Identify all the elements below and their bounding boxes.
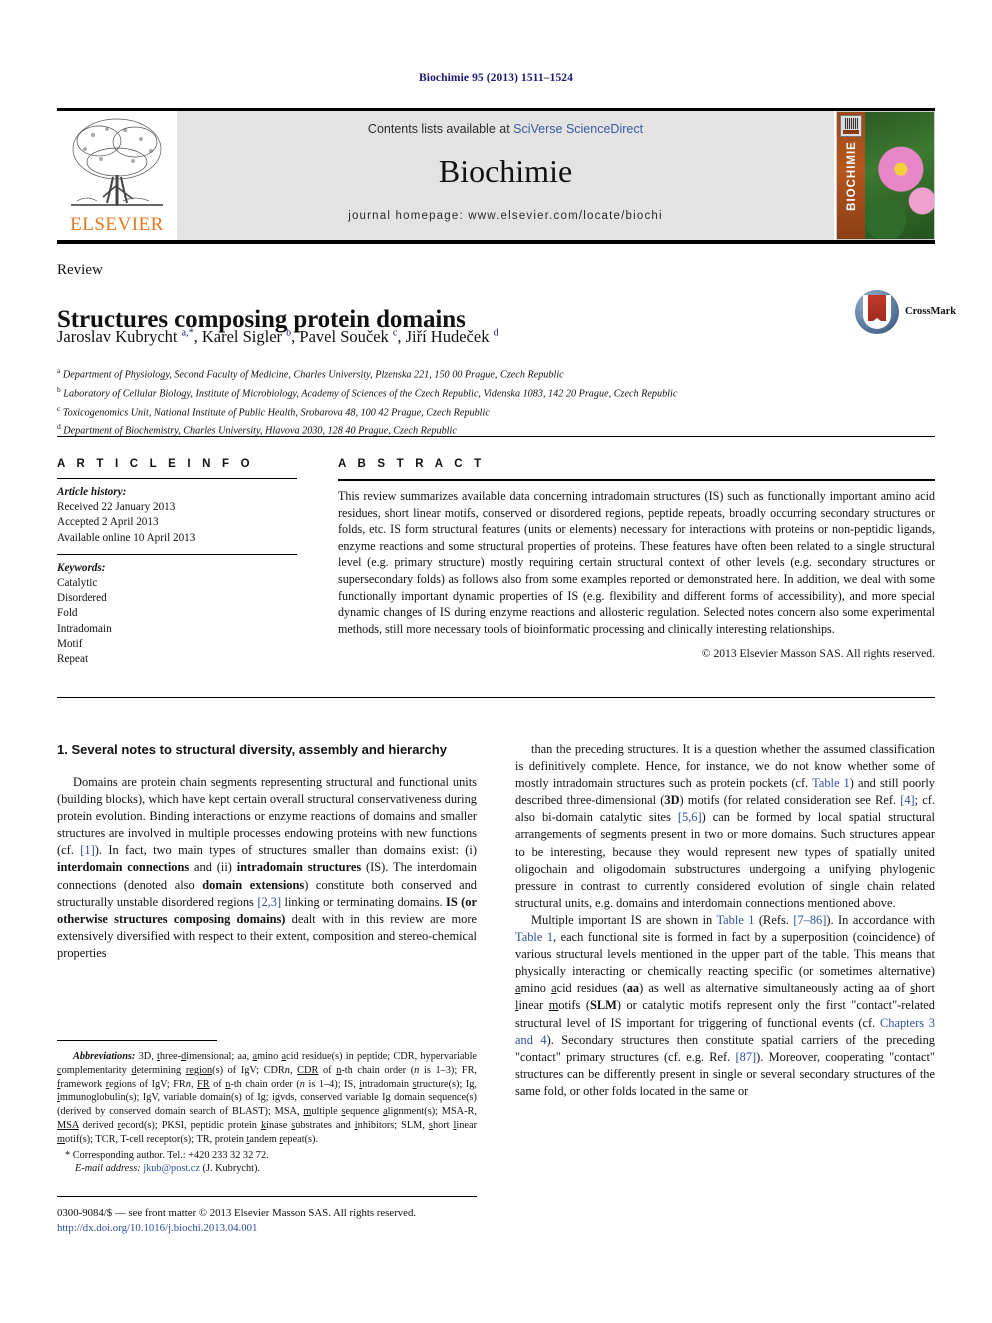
affiliation-item: a Department of Physiology, Second Facul… [57, 366, 564, 381]
abstract-column: A B S T R A C T This review summarizes a… [338, 458, 935, 660]
paragraph-right-1: than the preceding structures. It is a q… [515, 742, 935, 910]
running-head: Biochimie 95 (2013) 1511–1524 [419, 72, 573, 84]
crossmark-label: CrossMark [905, 306, 957, 317]
crossmark-circle-icon [855, 290, 899, 334]
info-section-top-rule [57, 436, 935, 437]
journal-homepage-link[interactable]: journal homepage: www.elsevier.com/locat… [177, 210, 834, 222]
footnote-block: Abbreviations: 3D, three-dimensional; aa… [57, 1050, 477, 1176]
email-label: E-mail address: [75, 1163, 141, 1175]
keyword-item: Repeat [57, 653, 89, 666]
abbreviations-label: Abbreviations: [73, 1051, 136, 1062]
elsevier-wordmark: ELSEVIER [70, 214, 164, 235]
keyword-item: Disordered [57, 592, 107, 605]
cover-photo [865, 112, 934, 239]
keywords-rule [57, 553, 297, 555]
article-history-block: Article history: Received 22 January 201… [57, 485, 297, 546]
keyword-item: Motif [57, 637, 83, 650]
keywords-label: Keywords: [57, 561, 106, 574]
history-item: Available online 10 April 2013 [57, 531, 196, 544]
abstract-text: This review summarizes available data co… [338, 489, 935, 636]
article-info-rule [57, 478, 297, 479]
article-info-column: A R T I C L E I N F O Article history: R… [57, 458, 297, 667]
abbreviations-text: 3D, three-dimensional; aa, amino acid re… [57, 1051, 478, 1145]
keyword-item: Fold [57, 607, 78, 620]
body-column-right: than the preceding structures. It is a q… [515, 741, 935, 1100]
crossmark-badge[interactable]: CrossMark [855, 290, 956, 338]
elsevier-logo: ELSEVIER [57, 111, 177, 240]
doi-link[interactable]: http://dx.doi.org/10.1016/j.biochi.2013.… [57, 1221, 497, 1236]
contents-prefix: Contents lists available at [367, 122, 514, 136]
article-info-heading: A R T I C L E I N F O [57, 458, 254, 470]
journal-title: Biochimie [438, 153, 573, 189]
keyword-item: Intradomain [57, 622, 112, 635]
body-column-left: 1. Several notes to structural diversity… [57, 741, 477, 962]
abstract-heading: A B S T R A C T [338, 458, 486, 470]
paragraph-left-1: Domains are protein chain segments repre… [57, 775, 477, 960]
cover-publisher-badge-icon [840, 115, 862, 137]
article-type: Review [57, 262, 103, 278]
journal-cover-thumbnail: BIOCHIMIE [836, 111, 935, 240]
sciencedirect-link[interactable]: SciVerse ScienceDirect [513, 122, 643, 136]
journal-banner: Contents lists available at SciVerse Sci… [177, 111, 834, 240]
contents-available-line: Contents lists available at SciVerse Sci… [177, 122, 834, 136]
history-item: Accepted 2 April 2013 [57, 516, 159, 529]
section-heading-1: 1. Several notes to structural diversity… [57, 742, 447, 757]
article-history-label: Article history: [57, 486, 127, 498]
keyword-item: Catalytic [57, 577, 98, 590]
affiliation-item: c Toxicogenomics Unit, National Institut… [57, 403, 490, 418]
email-note: E-mail address: jkub@post.cz (J. Kubrych… [57, 1162, 477, 1176]
page-footer: 0300-9084/$ — see front matter © 2013 El… [57, 1206, 497, 1235]
cover-spine-title: BIOCHIMIE [846, 141, 858, 211]
history-item: Received 22 January 2013 [57, 501, 176, 514]
email-person: (J. Kubrycht). [202, 1163, 260, 1175]
elsevier-tree-icon [71, 118, 163, 206]
affiliation-item: b Laboratory of Cellular Biology, Instit… [57, 384, 678, 400]
abstract-copyright: © 2013 Elsevier Masson SAS. All rights r… [701, 647, 935, 661]
header-bottom-rule [57, 240, 935, 244]
paragraph-right-2: Multiple important IS are shown in Table… [515, 912, 936, 1098]
affiliations-list: a Department of Physiology, Second Facul… [57, 364, 937, 439]
abbreviations-paragraph: Abbreviations: 3D, three-dimensional; aa… [57, 1050, 477, 1147]
footnote-rule [57, 1040, 217, 1041]
abstract-rule [338, 479, 935, 481]
corresponding-author-note: * Corresponding author. Tel.: +420 233 3… [65, 1149, 269, 1161]
article-page: Biochimie 95 (2013) 1511–1524 ELSEVIER C… [0, 0, 992, 1323]
journal-header-band: ELSEVIER Contents lists available at Sci… [57, 111, 935, 240]
issn-copyright-line: 0300-9084/$ — see front matter © 2013 El… [57, 1207, 417, 1219]
keywords-block: Keywords: Catalytic Disordered Fold Intr… [57, 561, 297, 667]
footer-rule [57, 1196, 477, 1197]
author-list: Jaroslav Kubrycht a,*, Karel Sigler b, P… [57, 327, 499, 346]
email-link[interactable]: jkub@post.cz [143, 1163, 200, 1174]
info-section-bottom-rule [57, 697, 935, 698]
